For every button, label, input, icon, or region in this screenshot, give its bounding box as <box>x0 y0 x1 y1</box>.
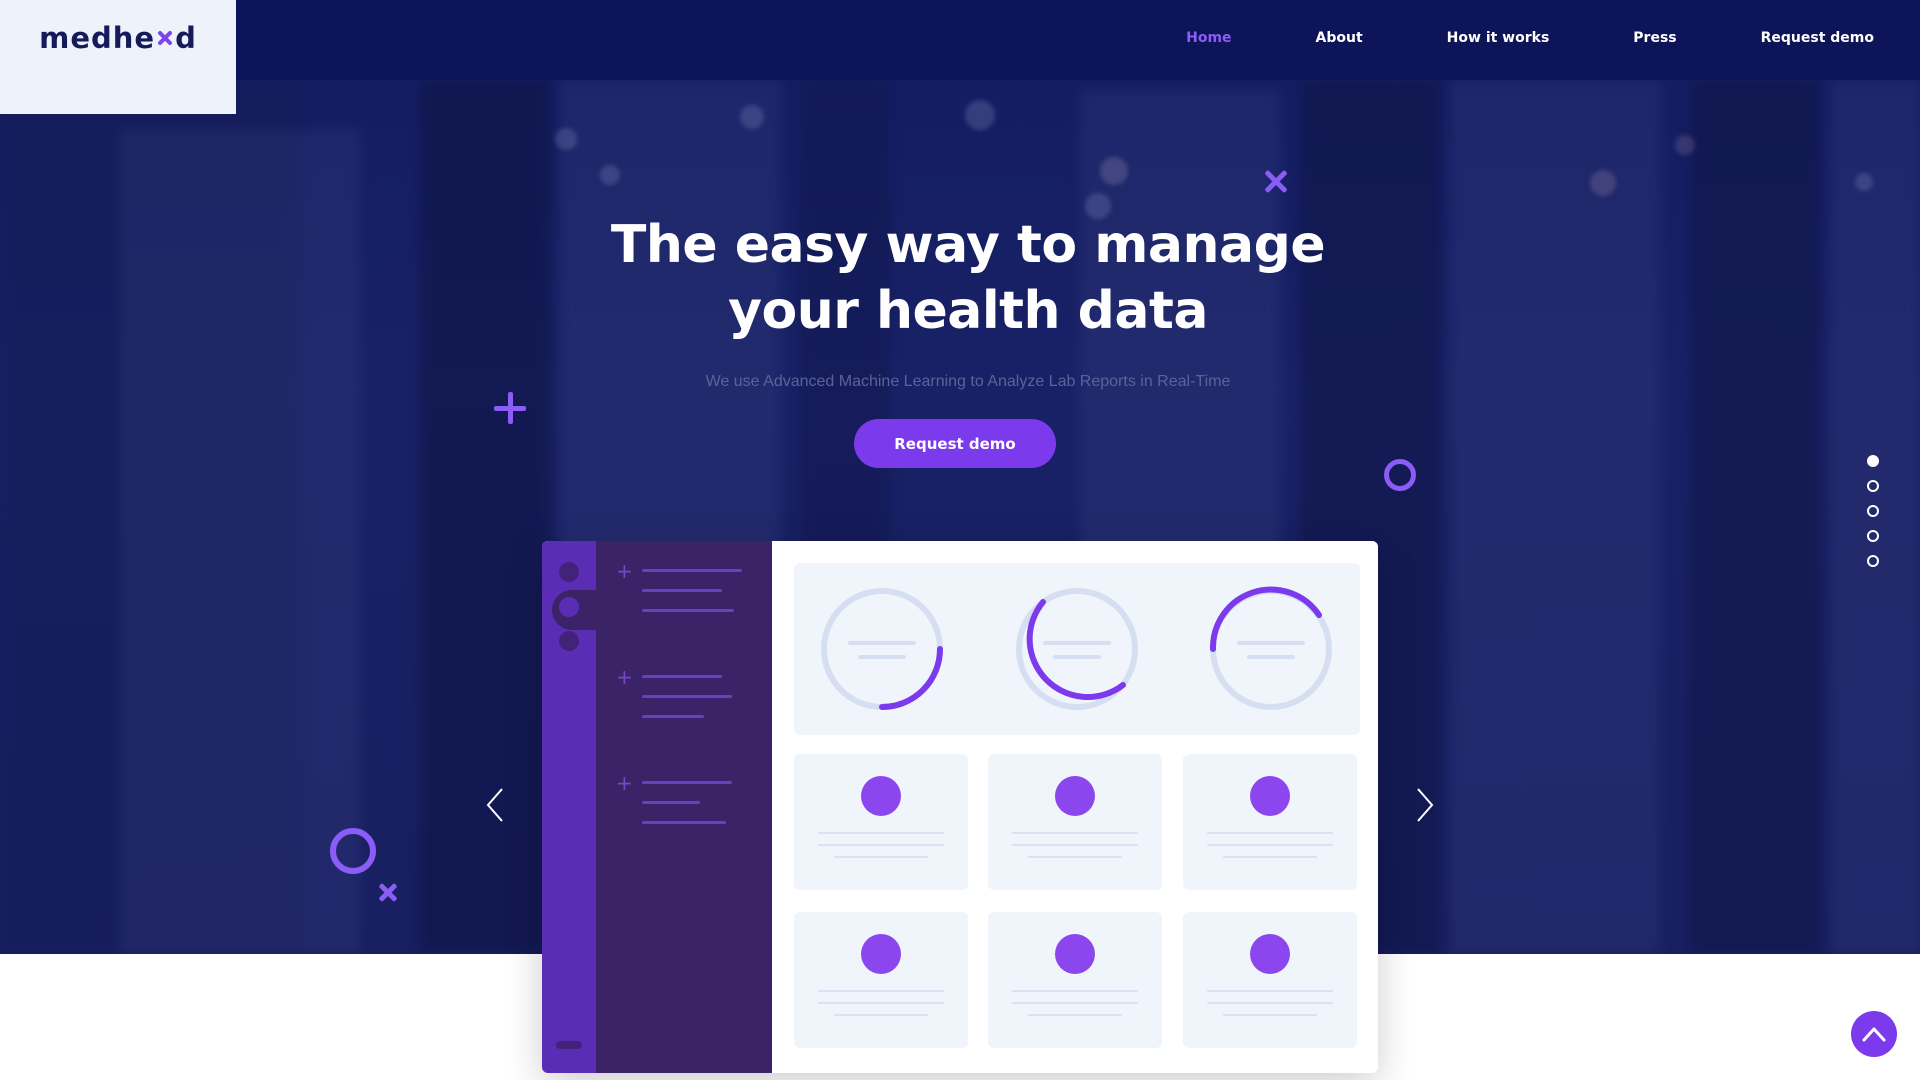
nav-press[interactable]: Press <box>1633 30 1676 46</box>
logo-container[interactable]: medhe d <box>0 0 236 114</box>
nav-how-it-works[interactable]: How it works <box>1447 30 1550 46</box>
nav-request-demo[interactable]: Request demo <box>1761 30 1874 46</box>
main-nav: Home About How it works Press Request de… <box>1102 0 1874 76</box>
mockup-rail-dot <box>559 597 579 617</box>
hero-title-line2: your health data <box>728 281 1208 341</box>
gauge-chart-icon <box>1209 586 1332 710</box>
x-mark-icon <box>1262 167 1290 195</box>
mockup-card <box>1183 912 1357 1048</box>
slider-pagination <box>1867 455 1879 580</box>
chevron-left-icon[interactable] <box>482 785 510 825</box>
mockup-gauge-panel <box>794 563 1360 735</box>
slider-dot-3[interactable] <box>1867 505 1879 517</box>
nav-home[interactable]: Home <box>1186 30 1231 46</box>
slider-dot-1[interactable] <box>1867 455 1879 467</box>
mockup-rail-dot <box>559 631 579 651</box>
mockup-card <box>988 912 1162 1048</box>
slider-dot-2[interactable] <box>1867 480 1879 492</box>
chevron-right-icon[interactable] <box>1410 785 1438 825</box>
ring-icon <box>1384 459 1416 491</box>
plus-icon: + <box>616 665 633 689</box>
hero-title-line1: The easy way to manage <box>610 215 1326 275</box>
plus-icon <box>494 392 526 424</box>
logo-x-mark-icon <box>156 29 174 47</box>
scroll-to-top-button[interactable] <box>1851 1011 1897 1057</box>
x-mark-icon <box>377 881 399 903</box>
dashboard-mockup-image: + + + <box>542 541 1378 1073</box>
slider-dot-5[interactable] <box>1867 555 1879 567</box>
logo-text-prefix: medhe <box>39 21 156 55</box>
mockup-card <box>794 912 968 1048</box>
mockup-card <box>1183 754 1357 890</box>
chevron-up-icon <box>1862 1027 1886 1042</box>
gauge-chart-icon <box>821 588 943 710</box>
slider-dot-4[interactable] <box>1867 530 1879 542</box>
mockup-card <box>988 754 1162 890</box>
mockup-rail-dot <box>559 562 579 582</box>
logo[interactable]: medhe d <box>39 21 197 55</box>
mockup-main <box>772 541 1378 1073</box>
logo-text-suffix: d <box>175 21 197 55</box>
mockup-sidebar: + + + <box>596 541 772 1073</box>
top-navbar: Home About How it works Press Request de… <box>0 0 1920 80</box>
request-demo-button[interactable]: Request demo <box>854 419 1056 468</box>
mockup-card <box>794 754 968 890</box>
hero-subtitle: We use Advanced Machine Learning to Anal… <box>705 373 1231 390</box>
plus-icon: + <box>616 559 633 583</box>
mockup-rail <box>542 541 596 1073</box>
ring-icon <box>330 828 376 874</box>
gauge-chart-icon <box>1016 588 1138 710</box>
hero-title: The easy way to manage your health data <box>560 212 1376 344</box>
nav-about[interactable]: About <box>1316 30 1363 46</box>
plus-icon: + <box>616 771 633 795</box>
